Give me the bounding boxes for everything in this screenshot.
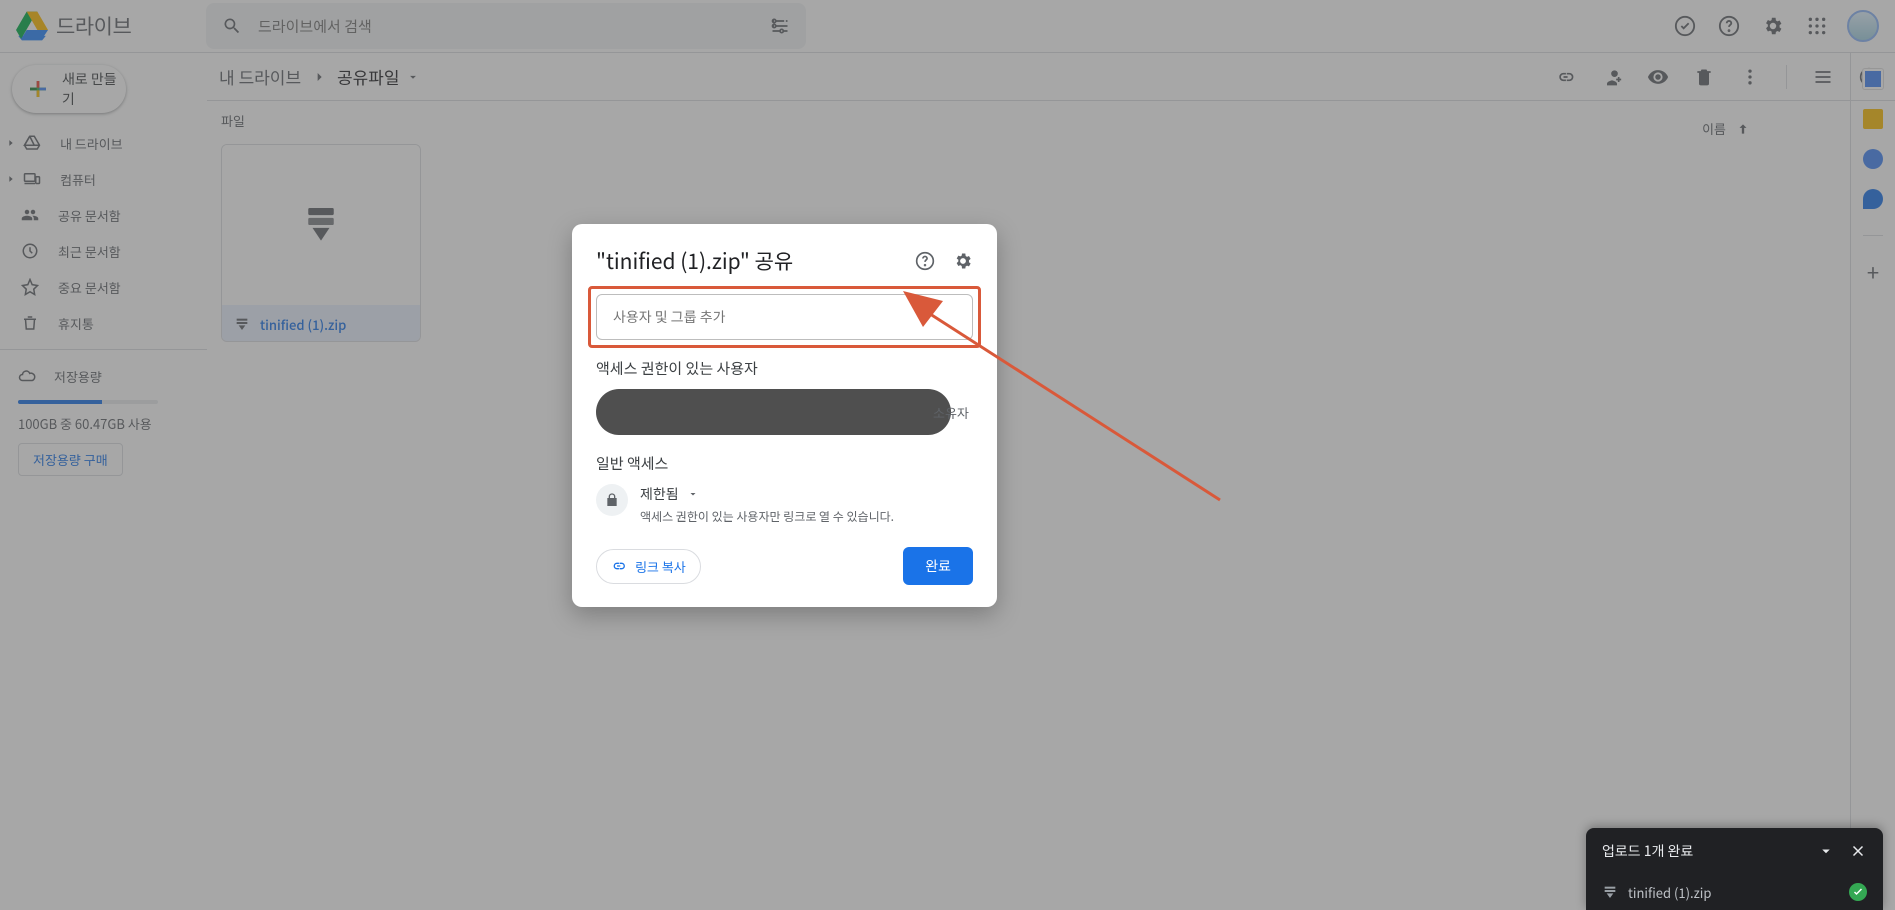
dialog-title: "tinified (1).zip" 공유 <box>596 246 915 276</box>
zip-small-icon <box>1602 884 1618 900</box>
access-mode-dropdown[interactable]: 제한됨 <box>640 484 894 504</box>
toast-file-row[interactable]: tinified (1).zip <box>1586 874 1883 910</box>
check-icon <box>1849 883 1867 901</box>
access-sub-text: 액세스 권한이 있는 사용자만 링크로 열 수 있습니다. <box>640 508 894 525</box>
settings-icon[interactable] <box>953 251 973 271</box>
owner-redacted <box>596 389 951 435</box>
copy-link-label: 링크 복사 <box>635 557 686 576</box>
access-users-label: 액세스 권한이 있는 사용자 <box>596 358 973 379</box>
help-icon[interactable] <box>915 251 935 271</box>
dialog-actions: 링크 복사 완료 <box>596 547 973 585</box>
share-dialog: "tinified (1).zip" 공유 액세스 권한이 있는 사용자 소유자… <box>572 224 997 607</box>
close-icon[interactable] <box>1849 842 1867 860</box>
dialog-header: "tinified (1).zip" 공유 <box>596 246 973 276</box>
lock-icon <box>596 484 628 516</box>
toast-file-name: tinified (1).zip <box>1628 883 1839 902</box>
toast-title: 업로드 1개 완료 <box>1602 841 1693 861</box>
done-button[interactable]: 완료 <box>903 547 973 585</box>
chevron-down-icon <box>687 488 699 500</box>
add-people-field-wrap <box>596 294 973 340</box>
link-icon <box>611 558 627 574</box>
upload-toast: 업로드 1개 완료 tinified (1).zip <box>1586 828 1883 910</box>
general-access-label: 일반 액세스 <box>596 453 973 474</box>
general-access-row: 제한됨 액세스 권한이 있는 사용자만 링크로 열 수 있습니다. <box>596 484 973 525</box>
owner-role-text: 소유자 <box>933 403 969 422</box>
access-text: 제한됨 액세스 권한이 있는 사용자만 링크로 열 수 있습니다. <box>640 484 894 525</box>
owner-row: 소유자 <box>596 389 973 435</box>
add-people-input[interactable] <box>596 294 973 340</box>
toast-header: 업로드 1개 완료 <box>1586 828 1883 874</box>
copy-link-button[interactable]: 링크 복사 <box>596 549 701 584</box>
chevron-down-icon[interactable] <box>1817 842 1835 860</box>
